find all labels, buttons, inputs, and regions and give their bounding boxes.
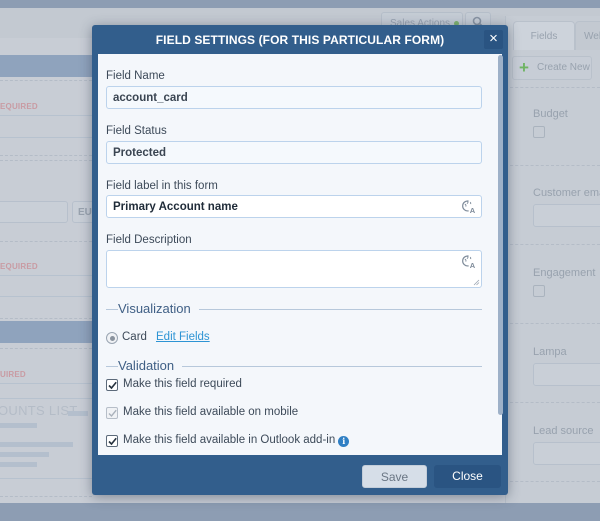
info-icon[interactable]: i — [338, 436, 350, 447]
svg-text:A: A — [470, 206, 476, 214]
field-name-input[interactable]: account_card — [106, 86, 482, 109]
close-button[interactable]: Close — [434, 465, 501, 488]
translate-icon[interactable]: A — [462, 254, 477, 269]
bottom-bar — [0, 503, 600, 521]
visualization-section-header: Visualization — [106, 301, 482, 317]
divider — [0, 115, 92, 116]
visualization-title: Visualization — [118, 301, 199, 316]
resize-handle-icon[interactable] — [473, 279, 480, 286]
mobile-checkbox — [106, 407, 118, 419]
field-customer-email-label[interactable]: Customer ema — [533, 187, 600, 199]
required-label: UIRED — [0, 370, 26, 379]
amount-input[interactable] — [0, 201, 68, 223]
placeholder-bar — [0, 442, 73, 447]
divider — [0, 348, 92, 349]
checkmark-icon — [108, 437, 117, 446]
create-new-label: Create New — [537, 62, 590, 73]
modal-scrollbar[interactable] — [498, 55, 503, 415]
form-canvas-left: EQUIRED EU EQUIRED UIRED OUNTS LIST — [0, 38, 102, 521]
outlook-checkbox[interactable] — [106, 435, 118, 447]
modal-body: Field Name account_card Field Status Pro… — [98, 54, 502, 455]
divider — [0, 80, 92, 81]
outlook-label-text: Make this field available in Outlook add… — [123, 434, 336, 446]
divider — [505, 165, 600, 166]
edit-fields-link[interactable]: Edit Fields — [156, 331, 210, 343]
checkmark-icon — [108, 381, 117, 390]
field-engagement-label[interactable]: Engagement — [533, 267, 595, 279]
create-new-button[interactable]: + Create New — [512, 56, 592, 80]
field-description-label: Field Description — [106, 234, 192, 246]
translate-icon[interactable]: A — [462, 199, 477, 214]
field-lampa-label[interactable]: Lampa — [533, 346, 567, 358]
field-label-label: Field label in this form — [106, 180, 218, 192]
divider — [0, 478, 92, 479]
placeholder-bar — [0, 452, 49, 457]
field-engagement-checkbox[interactable] — [533, 285, 545, 297]
divider — [0, 137, 92, 138]
divider — [0, 155, 92, 156]
placeholder-bar — [0, 423, 37, 428]
field-lampa-input[interactable] — [533, 363, 600, 386]
section-band — [0, 321, 92, 343]
field-label-value: Primary Account name — [113, 201, 238, 213]
field-lead-source-label[interactable]: Lead source — [533, 425, 594, 437]
field-name-label: Field Name — [106, 70, 165, 82]
field-lead-source-input[interactable] — [533, 442, 600, 465]
divider — [0, 275, 92, 276]
mobile-checkbox-label: Make this field available on mobile — [123, 406, 299, 418]
required-checkbox[interactable] — [106, 379, 118, 391]
section-band — [0, 55, 92, 77]
card-radio[interactable] — [106, 332, 118, 344]
fields-sidebar: Fields Wel + Create New Budget Customer … — [505, 16, 600, 521]
divider — [0, 496, 92, 497]
required-label: EQUIRED — [0, 102, 38, 111]
tab-web[interactable]: Wel — [575, 21, 600, 50]
divider — [0, 398, 92, 399]
divider — [505, 402, 600, 403]
plus-icon: + — [519, 58, 529, 77]
field-description-textarea[interactable]: A — [106, 250, 482, 288]
card-radio-label[interactable]: Card — [122, 331, 147, 343]
top-bar — [0, 0, 600, 8]
required-label: EQUIRED — [0, 262, 38, 271]
divider — [505, 323, 600, 324]
divider — [505, 87, 600, 88]
outlook-checkbox-label[interactable]: Make this field available in Outlook add… — [123, 434, 350, 447]
tab-fields[interactable]: Fields — [513, 21, 575, 50]
svg-text:A: A — [470, 261, 476, 269]
field-budget-checkbox[interactable] — [533, 126, 545, 138]
divider — [0, 296, 92, 297]
divider — [505, 481, 600, 482]
field-status-label: Field Status — [106, 125, 167, 137]
required-checkbox-label[interactable]: Make this field required — [123, 378, 242, 390]
divider — [0, 160, 92, 161]
field-label-input[interactable]: Primary Account name A — [106, 195, 482, 218]
validation-title: Validation — [118, 358, 183, 373]
field-customer-email-input[interactable] — [533, 204, 600, 227]
modal-header: FIELD SETTINGS (FOR THIS PARTICULAR FORM… — [92, 25, 508, 53]
save-button[interactable]: Save — [362, 465, 427, 488]
modal-footer: Save Close — [92, 457, 508, 495]
field-settings-modal: FIELD SETTINGS (FOR THIS PARTICULAR FORM… — [92, 25, 508, 495]
accounts-list-title: OUNTS LIST — [0, 403, 78, 418]
divider — [0, 318, 92, 319]
validation-section-header: Validation — [106, 358, 482, 374]
placeholder-bar — [0, 462, 37, 467]
divider — [0, 383, 92, 384]
field-status-input[interactable]: Protected — [106, 141, 482, 164]
checkmark-icon — [108, 409, 117, 418]
divider — [0, 241, 92, 242]
close-icon[interactable]: × — [484, 30, 503, 49]
field-budget-label[interactable]: Budget — [533, 108, 568, 120]
divider — [505, 244, 600, 245]
placeholder-bar — [68, 411, 88, 416]
modal-title: FIELD SETTINGS (FOR THIS PARTICULAR FORM… — [155, 33, 445, 47]
